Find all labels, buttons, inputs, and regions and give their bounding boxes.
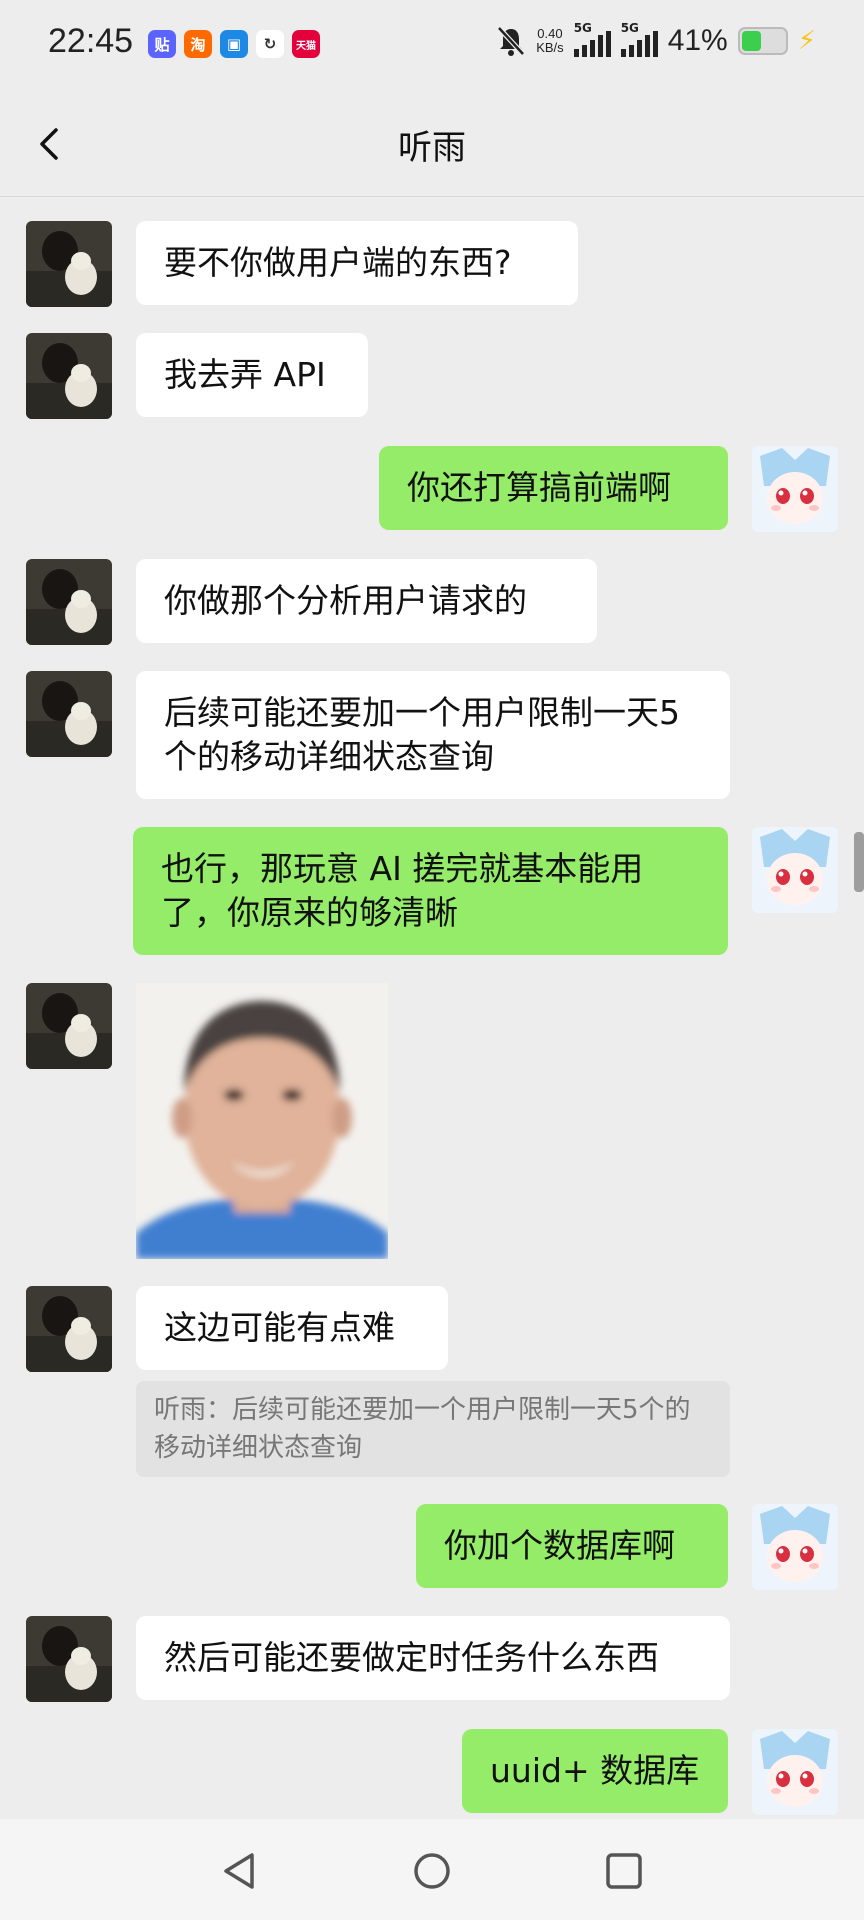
contact-avatar[interactable]	[26, 559, 112, 645]
message-bubble-outgoing[interactable]: 你还打算搞前端啊	[379, 446, 728, 530]
my-avatar[interactable]	[752, 1504, 838, 1590]
chat-title: 听雨	[398, 128, 466, 168]
face-photo-icon	[136, 983, 388, 1259]
message-bubble-outgoing[interactable]: 也行，那玩意 AI 搓完就基本能用了，你原来的够清晰	[133, 827, 728, 955]
message-bubble-incoming[interactable]: 要不你做用户端的东西?	[136, 221, 578, 305]
square-recents-icon[interactable]	[602, 1849, 646, 1893]
battery-percent: 41%	[667, 24, 728, 57]
tmall-icon: 天猫	[292, 30, 320, 58]
status-time: 22:45	[48, 22, 134, 60]
message-bubble-incoming[interactable]: 你做那个分析用户请求的	[136, 559, 597, 643]
message-list[interactable]: 要不你做用户端的东西? 我去弄 API 你还打算搞前端啊 你做那个分析用户请求的…	[0, 197, 864, 1819]
mute-bell-icon	[497, 26, 526, 56]
my-avatar[interactable]	[752, 827, 838, 913]
notification-icons: 贴 淘 ▣ ↻ 天猫	[148, 30, 320, 58]
tieba-icon: 贴	[148, 30, 176, 58]
signal-icon: 5G	[573, 21, 611, 57]
contact-avatar[interactable]	[26, 671, 112, 757]
message-bubble-incoming[interactable]: 后续可能还要加一个用户限制一天5个的移动详细状态查询	[136, 671, 730, 799]
contact-avatar[interactable]	[26, 221, 112, 307]
battery-icon	[737, 27, 788, 55]
scrollbar-thumb[interactable]	[854, 832, 864, 892]
contact-avatar[interactable]	[26, 1286, 112, 1372]
system-nav-bar	[0, 1819, 864, 1920]
message-bubble-incoming[interactable]: 我去弄 API	[136, 333, 368, 417]
contact-avatar[interactable]	[26, 333, 112, 419]
status-bar: 22:45 贴 淘 ▣ ↻ 天猫 0.40 KB/s 5G 5G 41% ⚡	[0, 0, 864, 92]
my-avatar[interactable]	[752, 446, 838, 532]
message-bubble-outgoing[interactable]: uuid+ 数据库	[462, 1729, 728, 1813]
contact-avatar[interactable]	[26, 1616, 112, 1702]
quoted-reply[interactable]: 听雨：后续可能还要加一个用户限制一天5个的移动详细状态查询	[136, 1381, 730, 1477]
chat-header: 听雨	[0, 92, 864, 197]
charging-bolt-icon: ⚡	[797, 26, 816, 56]
message-app-icon: ▣	[220, 30, 248, 58]
image-message[interactable]	[136, 983, 388, 1259]
net-speed: 0.40 KB/s	[536, 26, 564, 55]
status-right: 0.40 KB/s 5G 5G 41% ⚡	[496, 21, 816, 58]
signal-icon-2: 5G	[620, 21, 658, 57]
taobao-icon: 淘	[184, 30, 212, 58]
contact-avatar[interactable]	[26, 983, 112, 1069]
message-bubble-incoming[interactable]: 然后可能还要做定时任务什么东西	[136, 1616, 730, 1700]
link-app-icon: ↻	[256, 30, 284, 58]
triangle-back-icon[interactable]	[218, 1849, 262, 1893]
my-avatar[interactable]	[752, 1729, 838, 1815]
circle-home-icon[interactable]	[410, 1849, 454, 1893]
message-bubble-outgoing[interactable]: 你加个数据库啊	[416, 1504, 728, 1588]
message-bubble-incoming[interactable]: 这边可能有点难	[136, 1286, 448, 1370]
